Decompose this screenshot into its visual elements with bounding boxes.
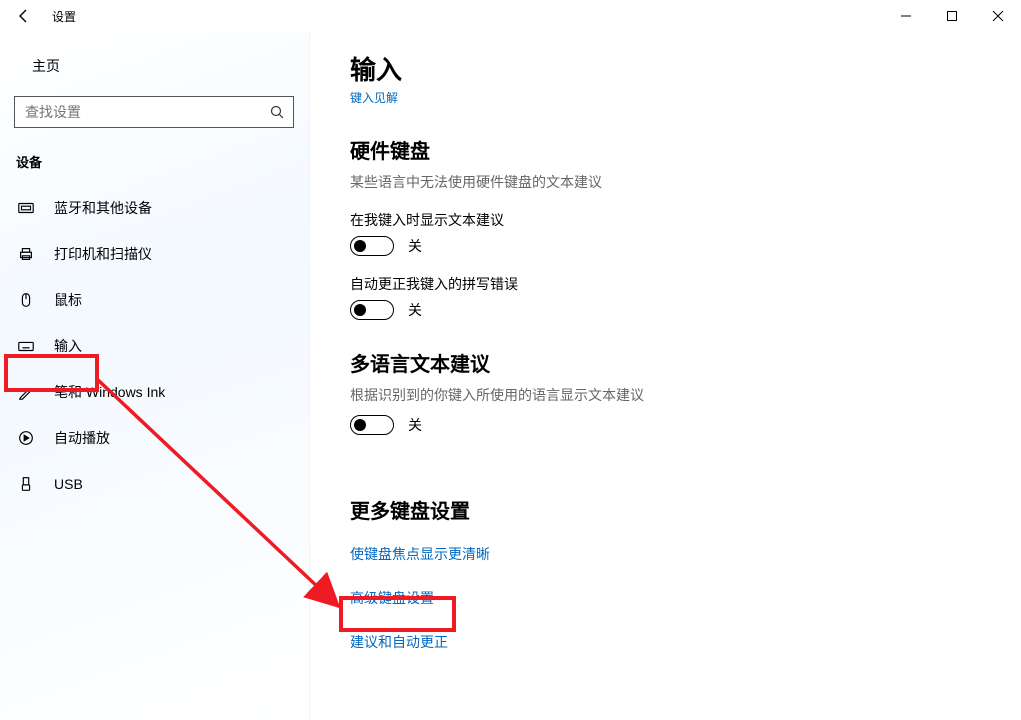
opt2-label: 自动更正我键入的拼写错误: [350, 274, 1021, 294]
home-label: 主页: [32, 56, 60, 76]
sidebar-item-label: 蓝牙和其他设备: [54, 198, 152, 218]
window-title: 设置: [48, 8, 76, 25]
sidebar-item-label: 自动播放: [54, 428, 110, 448]
sidebar: 主页 设备 蓝牙和其他设备 打印机和扫描仪 鼠标: [0, 32, 310, 720]
nav-list: 蓝牙和其他设备 打印机和扫描仪 鼠标 输入 笔和 Windows Ink 自动播…: [0, 185, 309, 507]
section-subtext: 某些语言中无法使用硬件键盘的文本建议: [350, 172, 1021, 192]
back-button[interactable]: [0, 0, 48, 32]
sidebar-item-autoplay[interactable]: 自动播放: [0, 415, 309, 461]
autoplay-icon: [16, 428, 36, 448]
sidebar-item-label: 打印机和扫描仪: [54, 244, 152, 264]
sidebar-group-label: 设备: [0, 144, 309, 185]
sidebar-item-label: 鼠标: [54, 290, 82, 310]
toggle-suggestions[interactable]: [350, 236, 394, 256]
section-heading: 更多键盘设置: [350, 495, 1021, 524]
sidebar-item-printers[interactable]: 打印机和扫描仪: [0, 231, 309, 277]
opt1-label: 在我键入时显示文本建议: [350, 210, 1021, 230]
toggle-state-text: 关: [408, 236, 422, 256]
sidebar-item-label: 笔和 Windows Ink: [54, 382, 165, 402]
sidebar-item-usb[interactable]: USB: [0, 461, 309, 507]
toggle-state-text: 关: [408, 300, 422, 320]
section-multilang: 多语言文本建议 根据识别到的你键入所使用的语言显示文本建议 关: [350, 348, 1021, 435]
pen-icon: [16, 382, 36, 402]
sidebar-item-bluetooth[interactable]: 蓝牙和其他设备: [0, 185, 309, 231]
content-area: 输入 键入见解 硬件键盘 某些语言中无法使用硬件键盘的文本建议 在我键入时显示文…: [310, 32, 1021, 720]
sidebar-item-label: 输入: [54, 336, 82, 356]
sidebar-item-mouse[interactable]: 鼠标: [0, 277, 309, 323]
toggle-state-text: 关: [408, 415, 422, 435]
titlebar: 设置: [0, 0, 1021, 32]
section-heading: 硬件键盘: [350, 135, 1021, 164]
section-heading: 多语言文本建议: [350, 348, 1021, 377]
minimize-button[interactable]: [883, 0, 929, 32]
usb-icon: [16, 474, 36, 494]
maximize-button[interactable]: [929, 0, 975, 32]
page-title: 输入: [350, 50, 1021, 87]
search-input[interactable]: [15, 104, 261, 120]
printer-icon: [16, 244, 36, 264]
toggle-multilang[interactable]: [350, 415, 394, 435]
section-subtext: 根据识别到的你键入所使用的语言显示文本建议: [350, 385, 1021, 405]
keyboard-icon: [16, 336, 36, 356]
sidebar-item-pen[interactable]: 笔和 Windows Ink: [0, 369, 309, 415]
device-icon: [16, 198, 36, 218]
close-button[interactable]: [975, 0, 1021, 32]
section-hardware-keyboard: 硬件键盘 某些语言中无法使用硬件键盘的文本建议 在我键入时显示文本建议 关 自动…: [350, 135, 1021, 320]
sidebar-item-label: USB: [54, 476, 83, 492]
typing-insights-link[interactable]: 键入见解: [350, 89, 398, 106]
home-link[interactable]: 主页: [0, 48, 309, 84]
link-focus-visibility[interactable]: 使键盘焦点显示更清晰: [350, 544, 1021, 564]
mouse-icon: [16, 290, 36, 310]
link-suggestions-autocorrect[interactable]: 建议和自动更正: [350, 632, 1021, 652]
sidebar-item-typing[interactable]: 输入: [0, 323, 309, 369]
toggle-autocorrect[interactable]: [350, 300, 394, 320]
search-icon: [261, 97, 293, 127]
section-more-keyboard: 更多键盘设置 使键盘焦点显示更清晰 高级键盘设置 建议和自动更正: [350, 495, 1021, 652]
link-advanced-keyboard[interactable]: 高级键盘设置: [350, 588, 1021, 608]
search-box[interactable]: [14, 96, 294, 128]
